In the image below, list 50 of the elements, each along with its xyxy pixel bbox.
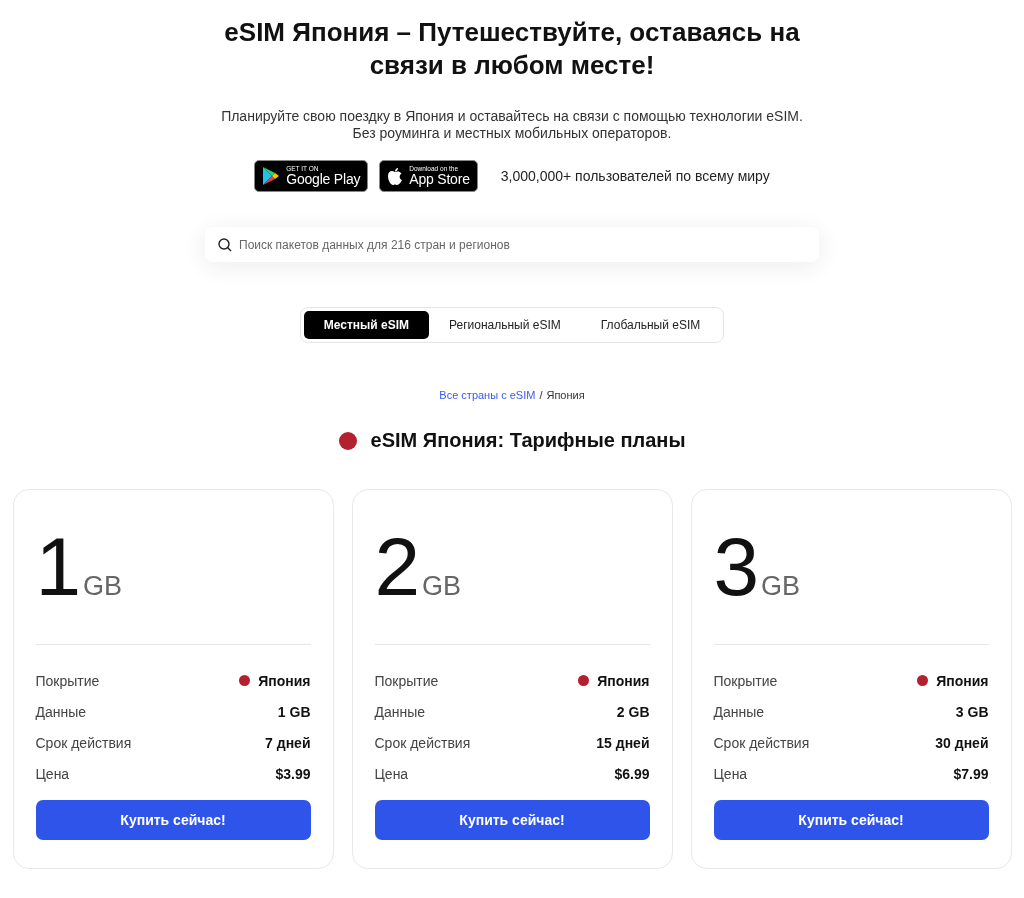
flag-icon: [917, 675, 929, 686]
buy-button[interactable]: Купить сейчас!: [374, 800, 650, 840]
row-value: 1 GB: [277, 703, 311, 720]
row-label: Срок действия: [374, 734, 471, 751]
row-value: $6.99: [614, 765, 650, 782]
row-value: 30 дней: [935, 734, 989, 751]
buy-button[interactable]: Купить сейчас!: [713, 800, 989, 840]
apple-icon: [387, 166, 404, 186]
row-value: $7.99: [953, 765, 989, 782]
tab[interactable]: Региональный eSIM: [429, 311, 581, 339]
row-value: Япония: [936, 672, 989, 689]
row-label: Данные: [35, 703, 87, 720]
row-label: Цена: [374, 765, 409, 782]
breadcrumb-current: Япония: [546, 389, 585, 401]
row-value: Япония: [597, 672, 650, 689]
row-label: Срок действия: [35, 734, 132, 751]
plan-unit: GB: [422, 571, 462, 602]
buy-button[interactable]: Купить сейчас!: [35, 800, 311, 840]
users-count: 3,000,000+ пользователей по всему миру: [500, 168, 770, 184]
breadcrumb-link[interactable]: Все страны с eSIM: [439, 389, 536, 401]
plan-amount: 3: [713, 520, 760, 614]
row-label: Покрытие: [713, 672, 778, 689]
row-value: 3 GB: [955, 703, 989, 720]
row-value: $3.99: [275, 765, 311, 782]
row-label: Покрытие: [374, 672, 439, 689]
row-label: Цена: [35, 765, 70, 782]
flag-icon: [578, 675, 590, 686]
flag-icon: [239, 675, 251, 686]
row-label: Цена: [713, 765, 748, 782]
search-field[interactable]: Поиск пакетов данных для 216 стран и регионов: [205, 227, 819, 262]
tab[interactable]: Местный eSIM: [303, 311, 429, 339]
plan-amount: 2: [374, 520, 421, 614]
row-label: Срок действия: [713, 734, 810, 751]
page-subtitle: Планируйте свою поездку в Япония и оставайтесь на связи с помощью технологии eSIM. Без роуминга и местных мобильных операторов.: [221, 108, 803, 142]
plan-unit: GB: [761, 571, 801, 602]
row-value: 2 GB: [616, 703, 650, 720]
section-title: eSIM Япония: Тарифные планы: [370, 429, 686, 452]
play-icon: [262, 166, 281, 186]
row-value: 7 дней: [265, 734, 311, 751]
page-title: eSIM Япония – Путешествуйте, оставаясь на связи в любом месте!: [223, 16, 801, 82]
row-value: Япония: [258, 672, 311, 689]
breadcrumb-separator: /: [539, 389, 543, 401]
row-value: 15 дней: [596, 734, 650, 751]
tab[interactable]: Глобальный eSIM: [580, 311, 721, 339]
row-label: Данные: [713, 703, 765, 720]
plan-unit: GB: [83, 571, 123, 602]
flag-icon: [338, 431, 357, 450]
row-label: Данные: [374, 703, 426, 720]
row-label: Покрытие: [35, 672, 100, 689]
plan-amount: 1: [35, 520, 82, 614]
